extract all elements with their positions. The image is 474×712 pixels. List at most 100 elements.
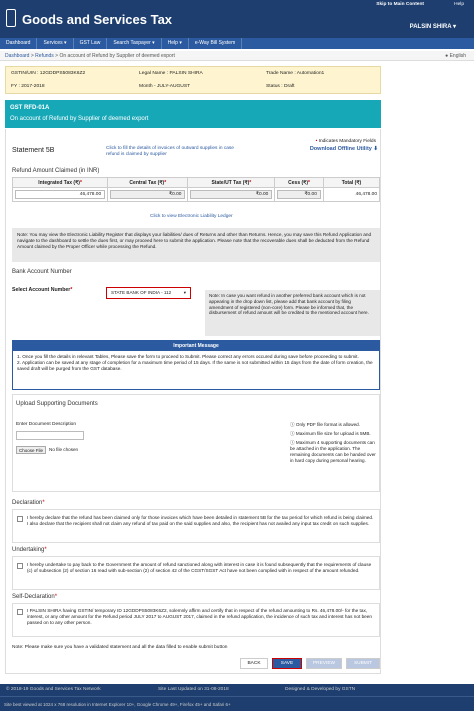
col-total: Total (₹) <box>322 177 381 188</box>
self-declaration-checkbox[interactable] <box>17 609 23 615</box>
gstin: GSTIN/UIN : 12GDDPS5083K6Z2 <box>11 71 86 76</box>
col-integrated-label: Integrated Tax (₹) <box>38 179 80 186</box>
footer-copyright: © 2018-19 Goods and Services Tax Network <box>6 687 101 692</box>
declaration-checkbox[interactable] <box>17 516 23 522</box>
undertaking-heading-text: Undertaking <box>12 547 45 553</box>
mandatory-label: Indicates Mandatory Fields <box>318 139 376 144</box>
mandatory-note: • Indicates Mandatory Fields <box>315 139 376 144</box>
col-cess-label: Cess (₹) <box>288 179 309 186</box>
col-cess: Cess (₹)* <box>274 177 324 188</box>
undertaking-heading: Undertaking* <box>12 547 47 553</box>
refund-amount-heading: Refund Amount Claimed (in INR) <box>12 168 100 174</box>
ledger-link[interactable]: Click to view Electronic Liability Ledge… <box>150 214 233 219</box>
liability-note: Note: You may view the Electronic Liabil… <box>12 228 380 262</box>
status: Status : Draft <box>266 84 295 89</box>
trade-name: Trade Name : Automation1 <box>266 71 325 76</box>
important-body: 1. Once you fill the details in relevant… <box>13 351 379 374</box>
account-select[interactable]: STATE BANK OF INDIA - 112 ▾ <box>106 287 191 299</box>
central-tax-input[interactable]: ₹0.00 <box>110 190 186 199</box>
upload-rule: ⓘ Maximum file size for upload is 5MB. <box>290 431 376 437</box>
submit-button[interactable]: SUBMIT <box>346 658 380 669</box>
statement-5b-link[interactable]: Click to fill the details of invoices of… <box>106 146 236 158</box>
nav-services[interactable]: Services ▾ <box>37 38 74 49</box>
footer-designed: Designed & Developed by GSTN <box>285 687 356 692</box>
user-name: PALSIN SHIRA <box>409 24 452 30</box>
offline-utility-label: Download Offline Utility <box>309 146 372 152</box>
form-code: GST RFD-01A <box>10 105 50 111</box>
declaration-text: I hereby declare that the refund has bee… <box>27 515 374 526</box>
save-button[interactable]: SAVE <box>272 658 302 669</box>
preview-button[interactable]: PREVIEW <box>306 658 342 669</box>
important-line-2: 2. Application can be saved at any stage… <box>17 359 373 371</box>
choose-file-button[interactable]: Choose File <box>16 446 46 454</box>
offline-utility-link[interactable]: Download Offline Utility ⬇ <box>310 146 378 152</box>
bank-heading: Bank Account Number <box>12 269 72 275</box>
nav-help-label: Help <box>167 40 178 46</box>
important-message: Important Message 1. Once you fill the d… <box>12 340 380 390</box>
legal-name: Legal Name : PALSIN SHIRA <box>139 71 203 76</box>
upload-rule-text: Maximum 4 supporting documents can be at… <box>290 440 376 463</box>
statement-label: Statement 5B <box>12 147 55 154</box>
integrated-tax-input[interactable]: 46,478.00 <box>15 190 106 199</box>
footer: © 2018-19 Goods and Services Tax Network… <box>0 684 474 696</box>
doc-description-label: Enter Document Description <box>16 422 76 427</box>
emblem-icon <box>6 9 16 27</box>
site-header: Skip to Main Content Help Goods and Serv… <box>0 0 474 38</box>
bank-note: Note: In case you want refund in another… <box>205 290 380 336</box>
language-label: English <box>449 53 466 59</box>
declaration-heading-text: Declaration <box>12 500 43 506</box>
breadcrumb-refunds[interactable]: Refunds <box>35 53 54 59</box>
breadcrumb: Dashboard > Refunds > On account of Refu… <box>0 51 474 61</box>
upload-heading: Upload Supporting Documents <box>16 401 98 407</box>
nav-search-taxpayer[interactable]: Search Taxpayer ▾ <box>107 38 162 49</box>
nav-eway-bill[interactable]: e-Way Bill System <box>189 38 243 49</box>
no-file-text: No file chosen <box>49 447 79 452</box>
total-value: 46,478.00 <box>322 187 381 202</box>
important-title: Important Message <box>13 341 379 351</box>
upload-rule-text: Only PDF file format is allowed. <box>295 422 360 427</box>
nav-services-label: Services <box>43 40 63 46</box>
nav-help[interactable]: Help ▾ <box>162 38 189 49</box>
col-state-label: State/UT Tax (₹) <box>211 179 250 186</box>
cess-input[interactable]: ₹0.00 <box>277 190 321 199</box>
undertaking-text: I hereby undertake to pay back to the Go… <box>27 562 372 573</box>
submit-note: Note: Please make sure you have a valida… <box>12 645 228 650</box>
state-tax-input[interactable]: ₹0.00 <box>190 190 273 199</box>
col-central-tax: Central Tax (₹)* <box>107 177 189 188</box>
self-declaration-text: I PALSIN SHIRA having GSTIN/ temporary I… <box>27 608 373 625</box>
declaration-heading: Declaration* <box>12 500 45 506</box>
financial-year: FY : 2017-2018 <box>11 84 45 89</box>
help-link[interactable]: Help <box>454 2 464 7</box>
nav-search-label: Search Taxpayer <box>113 40 151 46</box>
account-select-value: STATE BANK OF INDIA - 112 <box>111 290 172 295</box>
back-button[interactable]: BACK <box>240 658 268 669</box>
self-declaration-heading: Self-Declaration* <box>12 594 58 600</box>
browser-note: Site best viewed at 1024 x 768 resolutio… <box>0 696 474 711</box>
upload-rules: ⓘ Only PDF file format is allowed. ⓘ Max… <box>290 422 376 464</box>
col-central-label: Central Tax (₹) <box>129 179 165 186</box>
skip-link[interactable]: Skip to Main Content <box>376 2 424 7</box>
self-declaration-heading-text: Self-Declaration <box>12 594 55 600</box>
col-state-tax: State/UT Tax (₹)* <box>187 177 276 188</box>
account-select-label: Select Account Number* <box>12 287 73 293</box>
breadcrumb-dashboard[interactable]: Dashboard <box>5 53 29 59</box>
nav-gst-law[interactable]: GST Law <box>74 38 108 49</box>
taxpayer-info: GSTIN/UIN : 12GDDPS5083K6Z2 Legal Name :… <box>5 66 381 94</box>
tax-month: Month - JULY-AUGUST <box>139 84 191 89</box>
form-title: On account of Refund by Supplier of deem… <box>10 116 149 122</box>
undertaking-checkbox[interactable] <box>17 563 23 569</box>
breadcrumb-current: On account of Refund by Supplier of deem… <box>59 53 175 59</box>
user-menu[interactable]: PALSIN SHIRA ▾ <box>410 23 456 30</box>
refund-table: Integrated Tax (₹)* Central Tax (₹)* Sta… <box>11 177 381 202</box>
footer-updated: Site Last Updated on 31-08-2018 <box>158 687 229 692</box>
site-title: Goods and Services Tax <box>22 12 173 27</box>
upload-rule: ⓘ Maximum 4 supporting documents can be … <box>290 440 376 464</box>
doc-description-input[interactable] <box>16 431 84 440</box>
form-banner: GST RFD-01A On account of Refund by Supp… <box>5 100 381 128</box>
important-line-1: 1. Once you fill the details in relevant… <box>17 354 359 359</box>
nav-dashboard[interactable]: Dashboard <box>0 38 38 49</box>
language-selector[interactable]: ● English <box>445 51 466 61</box>
account-label-text: Select Account Number <box>12 287 71 293</box>
chevron-down-icon: ▾ <box>183 290 186 295</box>
upload-rule: ⓘ Only PDF file format is allowed. <box>290 422 376 428</box>
